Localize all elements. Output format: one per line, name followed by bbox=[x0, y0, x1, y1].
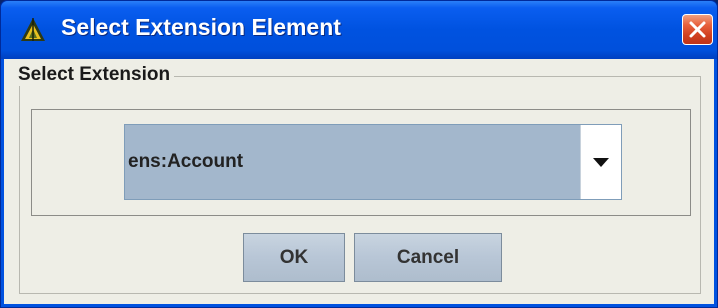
ok-button[interactable]: OK bbox=[243, 233, 345, 282]
combo-selected-value[interactable]: ens:Account bbox=[125, 125, 581, 199]
combo-arrow-button[interactable] bbox=[580, 125, 621, 199]
chevron-down-icon bbox=[593, 158, 609, 167]
group-legend: Select Extension bbox=[16, 64, 175, 86]
extension-combobox[interactable]: ens:Account bbox=[124, 124, 622, 200]
java-app-icon bbox=[19, 17, 47, 43]
combo-panel: ens:Account bbox=[31, 109, 691, 216]
title-bar[interactable]: Select Extension Element bbox=[1, 1, 717, 59]
dialog-content: Select Extension ens:Account OK Cancel bbox=[4, 59, 714, 304]
cancel-button[interactable]: Cancel bbox=[354, 233, 502, 282]
close-icon bbox=[689, 21, 706, 38]
window-title: Select Extension Element bbox=[61, 14, 341, 40]
dialog-window: Select Extension Element Select Extensio… bbox=[0, 0, 718, 308]
close-button[interactable] bbox=[682, 14, 713, 45]
